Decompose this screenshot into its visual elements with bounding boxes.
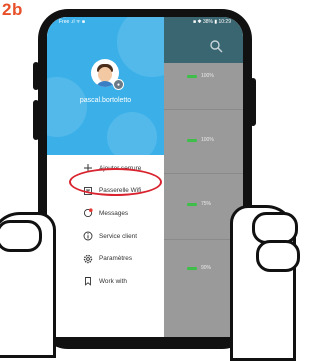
menu-item-label: Service client xyxy=(99,232,138,240)
lock-row-battery[interactable]: 75% xyxy=(187,201,211,207)
phone-power-button xyxy=(250,78,256,126)
username: pascal.bortoletto xyxy=(79,97,132,104)
step-label: 2b xyxy=(2,0,23,19)
search-icon[interactable] xyxy=(209,39,223,53)
battery-icon xyxy=(187,74,197,78)
battery-icon xyxy=(187,266,197,270)
menu-item-label: Paramètres xyxy=(99,255,133,263)
header-decoration xyxy=(47,77,87,137)
info-icon xyxy=(83,231,93,241)
menu-item-settings[interactable]: Paramètres xyxy=(47,247,164,270)
camera-icon[interactable]: ● xyxy=(113,79,124,90)
menu-item-label: Messages xyxy=(99,209,129,217)
phone-side-button xyxy=(33,62,39,90)
left-finger-illustration xyxy=(0,220,42,252)
messages-icon xyxy=(83,208,93,218)
battery-icon xyxy=(187,138,197,142)
menu-item-work-with[interactable]: Work with xyxy=(47,270,164,293)
battery-icon xyxy=(187,202,197,206)
lock-row-battery[interactable]: 100% xyxy=(187,137,214,143)
right-finger-illustration xyxy=(256,240,300,272)
row-divider xyxy=(163,173,243,174)
status-left: Free .ıl ᯤ ■ xyxy=(59,19,85,25)
menu-item-label: Work with xyxy=(99,277,127,285)
lock-row-battery[interactable]: 100% xyxy=(187,73,214,79)
bookmark-icon xyxy=(85,277,91,287)
gear-icon xyxy=(83,254,93,263)
header-decoration xyxy=(107,112,157,155)
menu-item-messages[interactable]: Messages xyxy=(47,202,164,225)
status-right: ■ ✱ 38% ▮ 10:29 xyxy=(192,19,231,25)
lock-row-battery[interactable]: 90% xyxy=(187,265,211,271)
menu-item-customer-service[interactable]: Service client xyxy=(47,225,164,248)
drawer-header: ● pascal.bortoletto xyxy=(47,17,164,155)
row-divider xyxy=(163,109,243,110)
phone-side-button xyxy=(33,100,39,140)
status-bar: Free .ıl ᯤ ■ ■ ✱ 38% ▮ 10:29 xyxy=(47,17,243,27)
highlight-annotation xyxy=(69,168,162,196)
